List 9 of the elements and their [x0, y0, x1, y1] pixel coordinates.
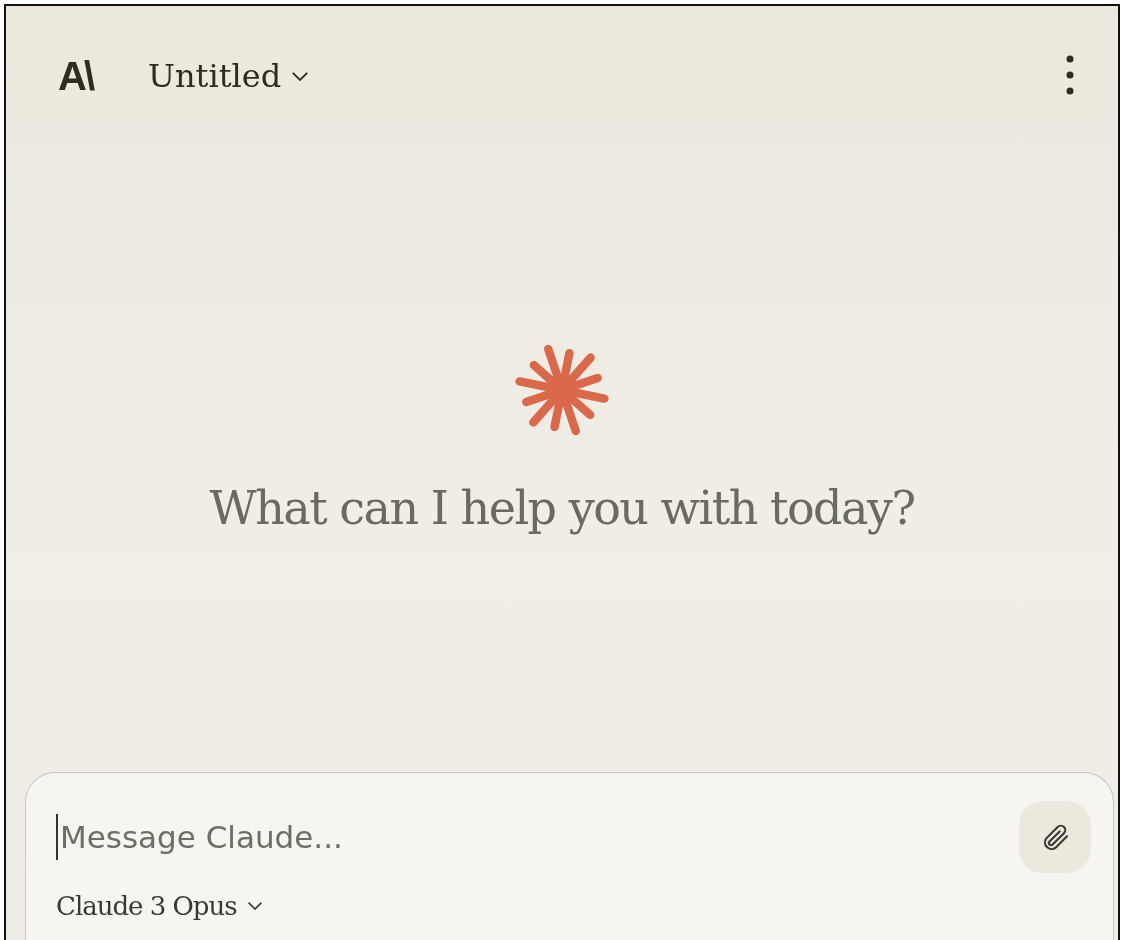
chevron-down-icon — [246, 901, 263, 911]
model-selector[interactable]: Claude 3 Opus — [56, 891, 263, 921]
title-dropdown[interactable]: Untitled — [148, 57, 310, 95]
starburst-icon — [515, 343, 609, 437]
attach-button[interactable] — [1019, 801, 1091, 873]
greeting-heading: What can I help you with today? — [209, 481, 915, 535]
message-input[interactable]: Message Claude... — [56, 814, 1019, 860]
logo: A\ — [58, 53, 92, 99]
chevron-down-icon — [291, 70, 310, 82]
